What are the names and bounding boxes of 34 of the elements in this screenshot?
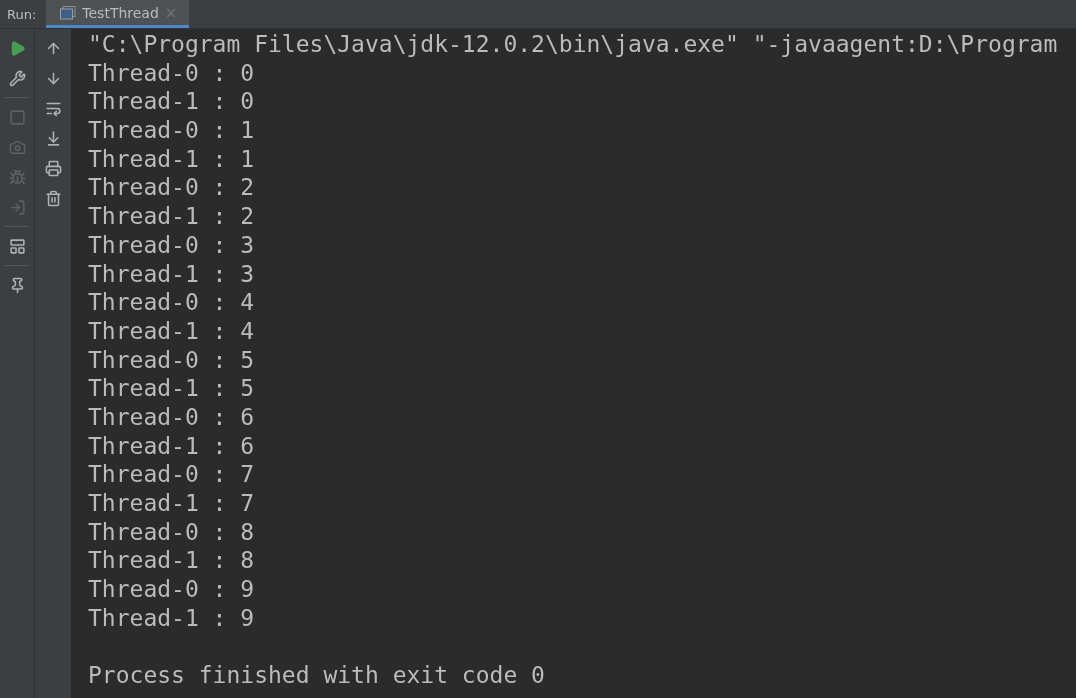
run-label: Run: (6, 6, 38, 22)
console-line: Thread-0 : 5 (88, 345, 256, 375)
login-icon (8, 198, 26, 216)
console-line: "C:\Program Files\Java\jdk-12.0.2\bin\java.exe" "-javaagent:D:\Program (88, 30, 1059, 59)
console-line: Thread-1 : 1 (88, 144, 256, 174)
tab-title: TestThread (82, 4, 159, 21)
exit-message: Process finished with exit code 0 (88, 661, 546, 690)
camera-icon (8, 138, 26, 156)
console-line: Thread-0 : 8 (88, 517, 256, 547)
trash-icon (44, 189, 62, 207)
window-icon (60, 5, 77, 20)
console-line: Thread-0 : 3 (88, 230, 256, 260)
console-line: Thread-1 : 2 (88, 202, 256, 231)
console-line: Thread-0 : 6 (88, 402, 256, 432)
console-line: Thread-0 : 1 (88, 116, 256, 145)
bug-icon (8, 168, 26, 186)
console-line: Thread-0 : 4 (88, 288, 256, 317)
console-line: Thread-0 : 9 (88, 575, 256, 604)
console-line: Thread-1 : 4 (88, 316, 256, 346)
console-line: Thread-0 : 0 (88, 58, 256, 88)
console-line: Thread-0 : 2 (88, 173, 256, 203)
printer-icon (44, 159, 62, 177)
console-line: Thread-1 : 7 (88, 489, 256, 518)
console-line: Thread-1 : 6 (88, 431, 256, 461)
layout-icon (8, 237, 26, 255)
console-line: Thread-1 : 3 (88, 259, 256, 289)
console-line: Thread-1 : 0 (88, 87, 256, 117)
console-line: Thread-1 : 8 (88, 546, 256, 576)
console-line: Thread-1 : 9 (88, 603, 256, 633)
console-line: Thread-1 : 5 (88, 374, 256, 403)
run-tab[interactable]: TestThread × (46, 0, 190, 28)
wrench-icon (8, 69, 26, 87)
console-line: Thread-0 : 7 (88, 460, 256, 489)
stop-icon (8, 108, 26, 126)
